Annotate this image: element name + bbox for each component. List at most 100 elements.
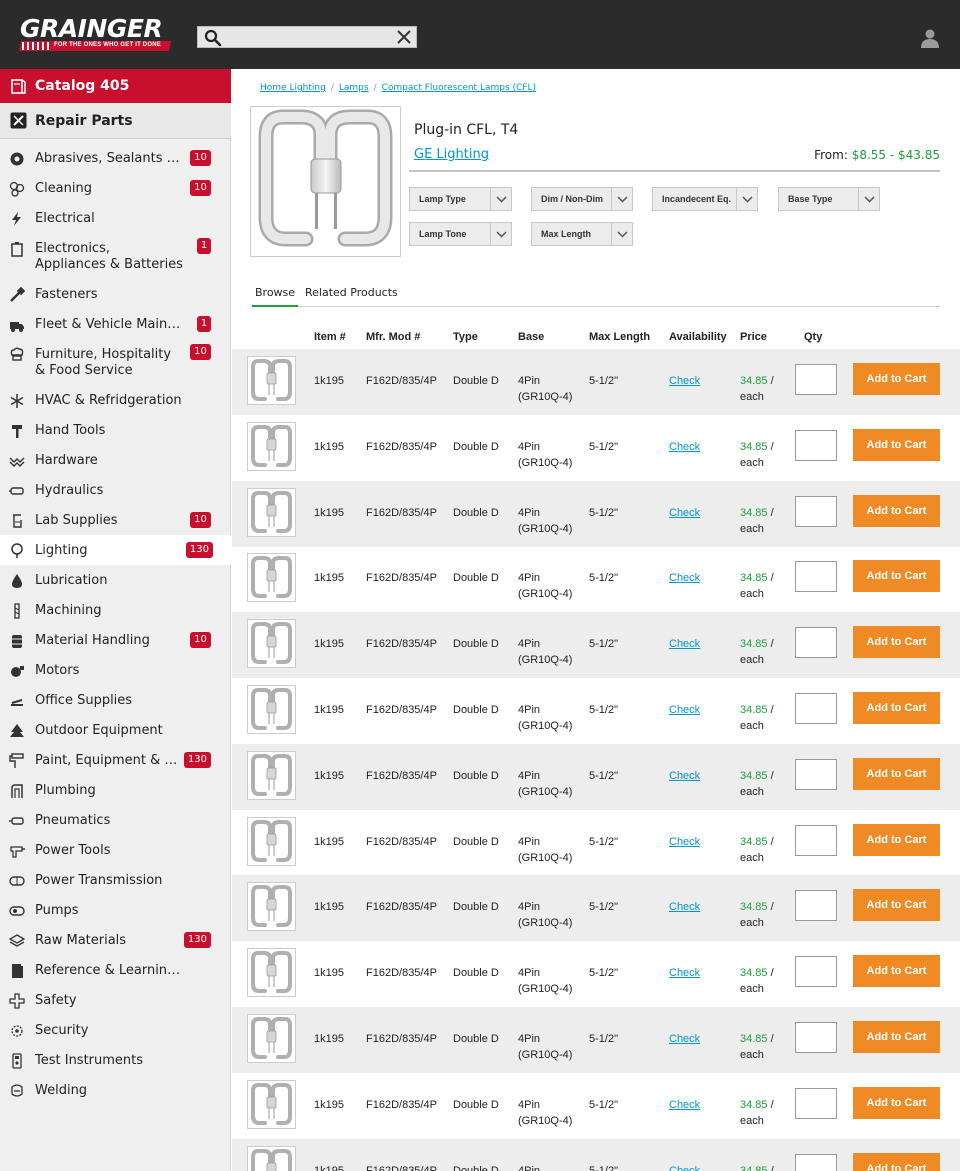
check-availability-link[interactable]: Check — [669, 570, 700, 586]
add-to-cart-button[interactable]: Add to Cart — [853, 692, 940, 724]
sidebar-item-electronics-appliances-batteries[interactable]: Electronics, Appliances & Batteries 1 — [0, 233, 231, 273]
quantity-input[interactable] — [795, 824, 837, 856]
quantity-input[interactable] — [795, 758, 837, 790]
quantity-input[interactable] — [795, 364, 837, 395]
sidebar-item-lab-supplies[interactable]: Lab Supplies 10 — [0, 505, 231, 535]
filter-dropdown-lamp-type[interactable]: Lamp Type — [409, 187, 512, 211]
sidebar-item-furniture-hospitality-food-service[interactable]: Furniture, Hospitality & Food Service 10 — [0, 339, 231, 379]
product-thumbnail[interactable] — [247, 948, 296, 998]
add-to-cart-button[interactable]: Add to Cart — [853, 955, 940, 988]
sidebar-item-pumps[interactable]: Pumps — [0, 895, 231, 925]
product-thumbnail[interactable] — [247, 421, 296, 471]
add-to-cart-button[interactable]: Add to Cart — [853, 889, 940, 922]
check-availability-link[interactable]: Check — [669, 505, 700, 521]
sidebar-item-material-handling[interactable]: Material Handling 10 — [0, 625, 231, 655]
check-availability-link[interactable]: Check — [669, 439, 700, 455]
search-box[interactable] — [197, 26, 417, 48]
product-thumbnail[interactable] — [247, 816, 296, 866]
quantity-input[interactable] — [795, 429, 837, 461]
add-to-cart-button[interactable]: Add to Cart — [853, 1152, 940, 1171]
product-thumbnail[interactable] — [247, 685, 296, 734]
sidebar-item-power-tools[interactable]: Power Tools — [0, 835, 231, 865]
breadcrumb-cfl[interactable]: Compact Fluorescent Lamps (CFL) — [382, 83, 536, 93]
sidebar-item-reference-learning-supplies[interactable]: Reference & Learning Supplies — [0, 955, 231, 985]
check-availability-link[interactable]: Check — [669, 1031, 700, 1047]
close-icon[interactable] — [396, 29, 412, 45]
grainger-logo[interactable]: GRAINGER FOR THE ONES WHO GET IT DONE — [18, 14, 172, 54]
quantity-input[interactable] — [795, 693, 837, 724]
product-thumbnail[interactable] — [247, 553, 296, 603]
sidebar-item-welding[interactable]: Welding — [0, 1075, 231, 1105]
quantity-input[interactable] — [795, 495, 837, 527]
filter-dropdown-lamp-tone[interactable]: Lamp Tone — [409, 222, 512, 246]
check-availability-link[interactable]: Check — [669, 1097, 700, 1113]
sidebar-item-lighting[interactable]: Lighting 130 — [0, 535, 233, 565]
breadcrumb-lamps[interactable]: Lamps — [339, 83, 369, 93]
check-availability-link[interactable]: Check — [669, 1163, 700, 1171]
product-thumbnail[interactable] — [247, 882, 296, 932]
product-thumbnail[interactable] — [247, 356, 296, 405]
tab-browse[interactable]: Browse — [255, 286, 295, 299]
sidebar-item-office-supplies[interactable]: Office Supplies — [0, 685, 231, 715]
sidebar-item-security[interactable]: Security — [0, 1015, 231, 1045]
check-availability-link[interactable]: Check — [669, 834, 700, 850]
quantity-input[interactable] — [795, 1022, 837, 1053]
sidebar-item-pneumatics[interactable]: Pneumatics — [0, 805, 231, 835]
check-availability-link[interactable]: Check — [669, 768, 700, 784]
sidebar-item-hardware[interactable]: Hardware — [0, 445, 231, 475]
sidebar-item-fleet-vehicle-mainten[interactable]: Fleet & Vehicle Mainten... 1 — [0, 309, 231, 339]
check-availability-link[interactable]: Check — [669, 373, 700, 389]
quantity-input[interactable] — [795, 627, 837, 659]
check-availability-link[interactable]: Check — [669, 899, 700, 915]
brand-link[interactable]: GE Lighting — [414, 147, 489, 162]
sidebar-item-power-transmission[interactable]: Power Transmission — [0, 865, 231, 895]
sidebar-item-motors[interactable]: Motors — [0, 655, 231, 685]
sidebar-item-outdoor-equipment[interactable]: Outdoor Equipment — [0, 715, 231, 745]
add-to-cart-button[interactable]: Add to Cart — [853, 1086, 940, 1119]
product-thumbnail[interactable] — [247, 619, 296, 669]
sidebar-item-machining[interactable]: Machining — [0, 595, 231, 625]
sidebar-item-plumbing[interactable]: Plumbing — [0, 775, 231, 805]
add-to-cart-button[interactable]: Add to Cart — [853, 428, 940, 461]
add-to-cart-button[interactable]: Add to Cart — [853, 823, 940, 856]
sidebar-item-cleaning[interactable]: Cleaning 10 — [0, 173, 231, 203]
product-thumbnail[interactable] — [247, 1079, 296, 1129]
sidebar-item-hvac-refridgeration[interactable]: HVAC & Refridgeration — [0, 385, 231, 415]
check-availability-link[interactable]: Check — [669, 965, 700, 981]
tab-related-products[interactable]: Related Products — [305, 286, 398, 299]
sidebar-item-hydraulics[interactable]: Hydraulics — [0, 475, 231, 505]
sidebar-item-electrical[interactable]: Electrical — [0, 203, 231, 233]
check-availability-link[interactable]: Check — [669, 702, 700, 718]
filter-dropdown-dim-non-dim[interactable]: Dim / Non-Dim — [531, 187, 633, 211]
quantity-input[interactable] — [795, 956, 837, 988]
quantity-input[interactable] — [795, 890, 837, 922]
catalog-link[interactable]: Catalog 405 — [0, 69, 231, 103]
product-thumbnail[interactable] — [247, 1145, 296, 1171]
add-to-cart-button[interactable]: Add to Cart — [853, 363, 940, 395]
sidebar-item-hand-tools[interactable]: Hand Tools — [0, 415, 231, 445]
filter-dropdown-max-length[interactable]: Max Length — [531, 222, 633, 246]
quantity-input[interactable] — [795, 561, 837, 593]
breadcrumb-home-lighting[interactable]: Home Lighting — [260, 83, 326, 93]
add-to-cart-button[interactable]: Add to Cart — [853, 1021, 940, 1053]
filter-dropdown-incandecent-eq[interactable]: Incandecent Eq. — [652, 187, 758, 211]
quantity-input[interactable] — [795, 1087, 837, 1119]
add-to-cart-button[interactable]: Add to Cart — [853, 494, 940, 527]
search-input[interactable] — [226, 29, 386, 45]
product-thumbnail[interactable] — [247, 487, 296, 537]
sidebar-item-paint-equipment-supp[interactable]: Paint, Equipment & Supp...130 — [0, 745, 231, 775]
sidebar-item-test-instruments[interactable]: Test Instruments — [0, 1045, 231, 1075]
sidebar-item-fasteners[interactable]: Fasteners — [0, 279, 231, 309]
sidebar-item-safety[interactable]: Safety — [0, 985, 231, 1015]
repair-parts-link[interactable]: Repair Parts — [0, 103, 231, 139]
add-to-cart-button[interactable]: Add to Cart — [853, 757, 940, 790]
add-to-cart-button[interactable]: Add to Cart — [853, 560, 940, 593]
product-thumbnail[interactable] — [247, 750, 296, 800]
product-thumbnail[interactable] — [247, 1014, 296, 1063]
user-account-icon[interactable] — [920, 28, 940, 48]
filter-dropdown-base-type[interactable]: Base Type — [778, 187, 880, 211]
sidebar-item-lubrication[interactable]: Lubrication — [0, 565, 231, 595]
quantity-input[interactable] — [795, 1153, 837, 1171]
sidebar-item-abrasives-sealants-t[interactable]: Abrasives, Sealants & T... 10 — [0, 143, 231, 173]
sidebar-item-raw-materials[interactable]: Raw Materials 130 — [0, 925, 231, 955]
